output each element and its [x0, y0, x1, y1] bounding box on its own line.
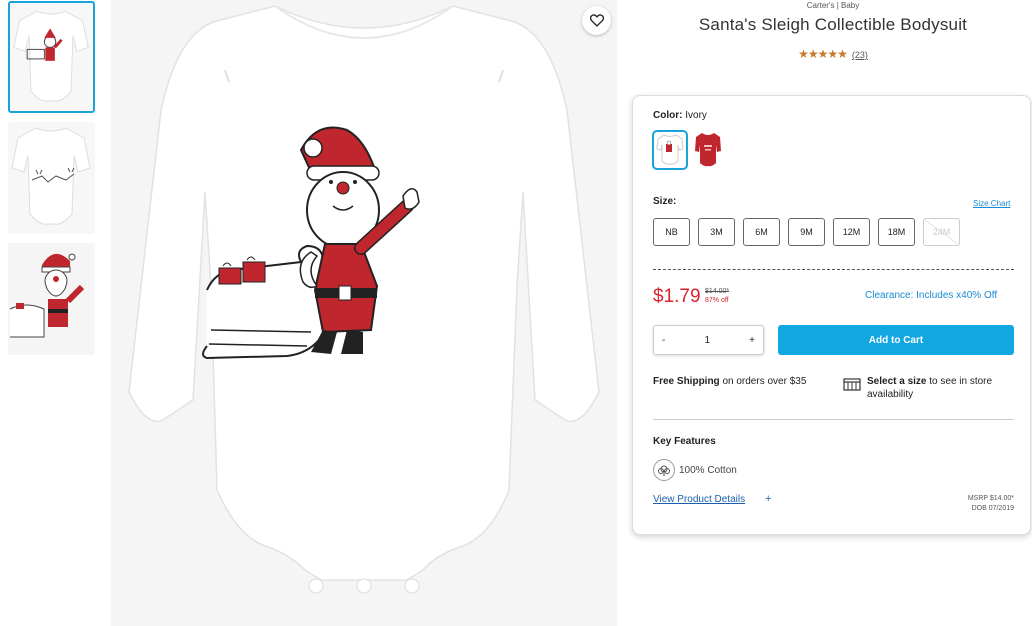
free-shipping-rest: on orders over $35 — [719, 376, 807, 387]
feature-cotton: 100% Cotton — [679, 465, 737, 476]
size-3m-button[interactable]: 3M — [698, 218, 735, 246]
color-label: Color: Ivory — [653, 110, 707, 121]
discount-percent: 87% off — [705, 297, 729, 304]
product-title: Santa's Sleigh Collectible Bodysuit — [698, 15, 968, 34]
quantity-value[interactable]: 1 — [704, 335, 710, 346]
quantity-stepper: - 1 + — [653, 325, 764, 355]
rating: ★★★★★ (23) — [633, 47, 1032, 61]
expand-details-icon[interactable]: + — [765, 493, 771, 505]
view-product-details-link[interactable]: View Product Details — [653, 494, 745, 505]
dob-text: DOB 07/2019 — [971, 505, 1014, 512]
size-12m-button[interactable]: 12M — [833, 218, 870, 246]
thumbnail-3[interactable] — [8, 243, 95, 355]
red-bodysuit-icon — [695, 133, 721, 167]
star-rating-icon: ★★★★★ — [798, 47, 848, 61]
divider — [653, 419, 1014, 420]
thumbnail-3-image — [8, 243, 95, 355]
size-9m-button[interactable]: 9M — [788, 218, 825, 246]
heart-icon — [589, 14, 604, 27]
current-price: $1.79 — [653, 286, 701, 307]
bodysuit-image — [111, 0, 617, 626]
clearance-note: Clearance: Includes x40% Off — [865, 290, 998, 301]
cotton-icon — [653, 459, 675, 481]
size-18m-button[interactable]: 18M — [878, 218, 915, 246]
size-6m-button[interactable]: 6M — [743, 218, 780, 246]
msrp-info: MSRP $14.00* DOB 07/2019 — [933, 494, 1014, 514]
selected-color: Ivory — [685, 110, 707, 121]
dashed-divider — [653, 269, 1014, 270]
swatch-ivory[interactable] — [652, 130, 688, 170]
size-chart-link[interactable]: Size Chart — [973, 199, 1010, 208]
increase-quantity-button[interactable]: + — [749, 335, 755, 346]
store-availability-bold: Select a size — [867, 376, 927, 387]
favorite-button[interactable] — [582, 6, 611, 35]
original-price: $14.00* — [705, 288, 730, 295]
purchase-card: Color: Ivory Size: Size Chart NB 3M 6M 9… — [632, 95, 1031, 535]
main-product-image — [111, 0, 617, 626]
color-label-text: Color: — [653, 110, 683, 121]
brand-label: Carter's | Baby — [806, 1, 860, 10]
ivory-bodysuit-icon — [656, 134, 684, 165]
size-24m-button: 24M — [923, 218, 960, 246]
thumbnail-2[interactable] — [8, 122, 95, 234]
store-availability-note: Select a size to see in store availabili… — [867, 375, 1017, 401]
thumbnail-list — [0, 0, 104, 626]
add-to-cart-button[interactable]: Add to Cart — [778, 325, 1014, 355]
review-count-link[interactable]: (23) — [852, 50, 868, 60]
free-shipping-bold: Free Shipping — [653, 376, 720, 387]
size-nb-button[interactable]: NB — [653, 218, 690, 246]
key-features-heading: Key Features — [653, 436, 716, 447]
swatch-red[interactable] — [690, 130, 726, 170]
free-shipping-note: Free Shipping on orders over $35 — [653, 375, 823, 388]
msrp-text: MSRP $14.00* — [967, 495, 1014, 502]
store-icon — [843, 377, 861, 396]
decrease-quantity-button[interactable]: - — [662, 335, 665, 346]
thumbnail-1-image — [10, 3, 93, 111]
thumbnail-1[interactable] — [8, 1, 95, 113]
size-label: Size: — [653, 196, 677, 207]
thumbnail-2-image — [8, 122, 95, 234]
